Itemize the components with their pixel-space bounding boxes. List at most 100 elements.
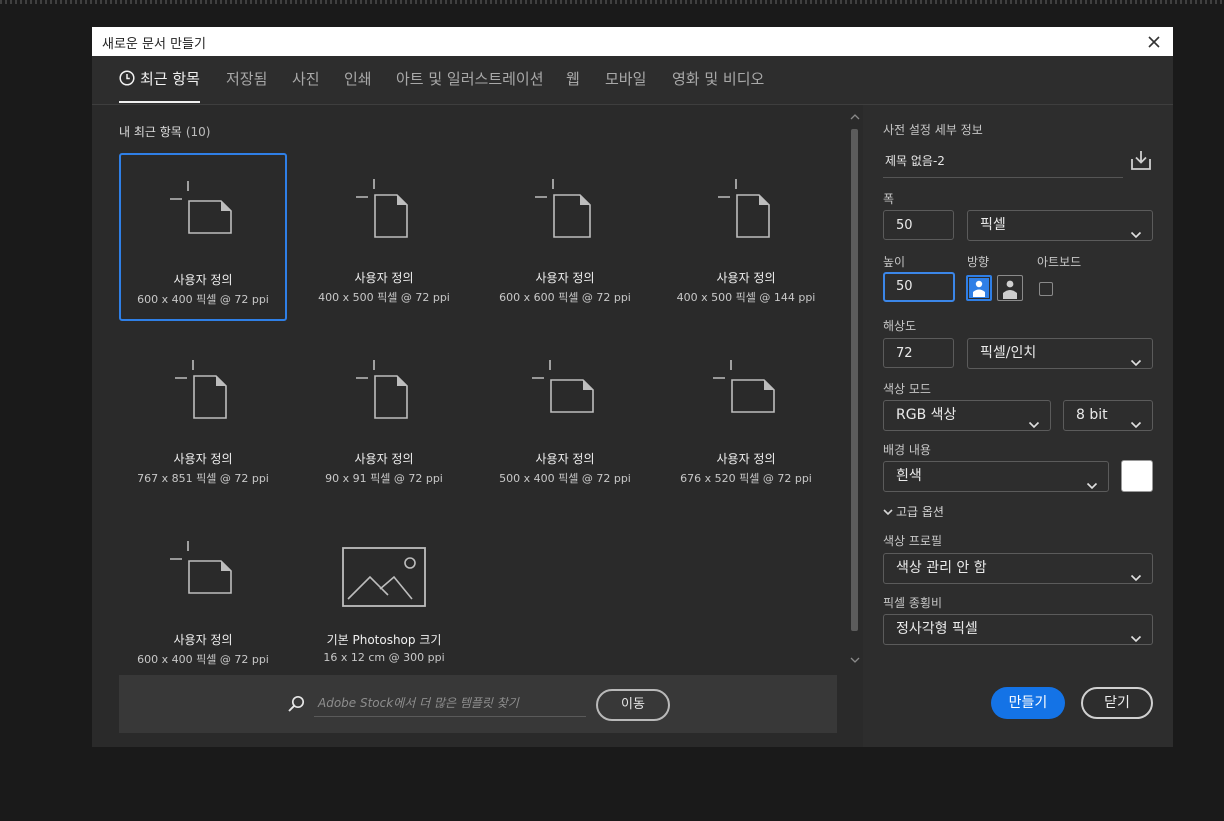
tab-label: 사진 (292, 70, 320, 88)
recent-item[interactable]: 기본 Photoshop 크기 16 x 12 cm @ 300 ppi (300, 515, 468, 683)
recent-item-dims: 400 x 500 픽셀 @ 72 ppi (318, 291, 450, 304)
recent-item-name: 사용자 정의 (535, 271, 595, 285)
scroll-thumb[interactable] (851, 129, 858, 631)
color-mode-label: 색상 모드 (883, 382, 931, 396)
landscape-document-icon (713, 360, 779, 420)
resolution-label: 해상도 (883, 319, 917, 333)
recent-item-name: 사용자 정의 (173, 273, 233, 287)
dialog-title: 새로운 문서 만들기 (102, 37, 206, 52)
go-button[interactable]: 이동 (596, 689, 670, 721)
chevron-down-icon (1130, 625, 1142, 654)
recent-item-dims: 676 x 520 픽셀 @ 72 ppi (680, 472, 812, 485)
image-placeholder-icon (342, 547, 426, 613)
tab-recent[interactable]: 최근 항목 (119, 68, 200, 103)
create-button[interactable]: 만들기 (991, 687, 1065, 719)
recent-item[interactable]: 사용자 정의 676 x 520 픽셀 @ 72 ppi (662, 334, 830, 502)
resolution-unit-value: 픽셀/인치 (980, 345, 1037, 361)
tab-web[interactable]: 웹 (566, 68, 580, 102)
artboard-label: 아트보드 (1037, 255, 1082, 269)
recent-item[interactable]: 사용자 정의 767 x 851 픽셀 @ 72 ppi (119, 334, 287, 502)
chevron-down-icon (1028, 411, 1040, 440)
tab-photo[interactable]: 사진 (292, 68, 320, 102)
recent-item[interactable]: 사용자 정의 400 x 500 픽셀 @ 144 ppi (662, 153, 830, 321)
preset-name-field[interactable]: 제목 없음-2 (883, 148, 1123, 178)
width-unit-select[interactable]: 픽셀 (967, 210, 1153, 241)
recent-item-dims: 16 x 12 cm @ 300 ppi (323, 651, 445, 664)
tab-film-video[interactable]: 영화 및 비디오 (672, 68, 764, 102)
orientation-label: 방향 (967, 255, 990, 269)
color-mode-select[interactable]: RGB 색상 (883, 400, 1051, 431)
tab-label: 모바일 (605, 70, 647, 88)
resolution-unit-select[interactable]: 픽셀/인치 (967, 338, 1153, 369)
portrait-document-icon (356, 360, 412, 426)
portrait-person-icon (969, 278, 989, 298)
stock-search-input[interactable]: Adobe Stock에서 더 많은 템플릿 찾기 (314, 689, 586, 717)
color-profile-value: 색상 관리 안 함 (896, 560, 987, 576)
recent-heading-label: 내 최근 항목 (119, 125, 182, 139)
chevron-down-icon (883, 505, 893, 519)
recent-item[interactable]: 사용자 정의 600 x 600 픽셀 @ 72 ppi (481, 153, 649, 321)
recent-item-name: 사용자 정의 (535, 452, 595, 466)
recent-item-dims: 600 x 400 픽셀 @ 72 ppi (137, 653, 269, 666)
recent-item[interactable]: 사용자 정의 90 x 91 픽셀 @ 72 ppi (300, 334, 468, 502)
chevron-down-icon (1130, 411, 1142, 440)
chevron-down-icon (1130, 349, 1142, 378)
recent-item[interactable]: 사용자 정의 600 x 400 픽셀 @ 72 ppi (119, 515, 287, 683)
height-input[interactable]: 50 (883, 272, 955, 302)
recent-item-dims: 600 x 400 픽셀 @ 72 ppi (137, 293, 269, 306)
pixel-aspect-label: 픽셀 종횡비 (883, 596, 943, 610)
background-label: 배경 내용 (883, 443, 931, 457)
recent-item[interactable]: 사용자 정의 500 x 400 픽셀 @ 72 ppi (481, 334, 649, 502)
close-icon[interactable] (1143, 31, 1165, 53)
landscape-person-icon (1003, 280, 1017, 299)
resolution-input[interactable]: 72 (883, 338, 954, 368)
height-label: 높이 (883, 255, 906, 269)
recent-item[interactable]: 사용자 정의 600 x 400 픽셀 @ 72 ppi (119, 153, 287, 321)
preset-details-heading: 사전 설정 세부 정보 (883, 123, 983, 137)
recent-item-name: 사용자 정의 (354, 452, 414, 466)
background-color-swatch[interactable] (1121, 460, 1153, 492)
close-button[interactable]: 닫기 (1081, 687, 1153, 719)
preset-details-panel: 사전 설정 세부 정보 제목 없음-2 폭 50 픽셀 높이 방향 아트보드 5… (863, 105, 1173, 747)
landscape-orientation-button[interactable] (997, 275, 1023, 301)
color-profile-label: 색상 프로필 (883, 534, 943, 548)
recent-item-name: 사용자 정의 (354, 271, 414, 285)
portrait-document-icon (175, 360, 231, 426)
scroll-down-icon[interactable] (850, 656, 860, 664)
clock-icon (119, 70, 135, 90)
portrait-document-icon (356, 179, 412, 245)
pixel-aspect-select[interactable]: 정사각형 픽셀 (883, 614, 1153, 645)
background-select[interactable]: 흰색 (883, 461, 1109, 492)
preset-category-tabs: 최근 항목 저장됨 사진 인쇄 아트 및 일러스트레이션 웹 모바일 영화 및 … (92, 56, 1173, 105)
chevron-down-icon (1130, 564, 1142, 593)
bit-depth-select[interactable]: 8 bit (1063, 400, 1153, 431)
stock-search-bar: Adobe Stock에서 더 많은 템플릿 찾기 이동 (119, 675, 837, 733)
recent-item-dims: 767 x 851 픽셀 @ 72 ppi (137, 472, 269, 485)
recent-item-dims: 600 x 600 픽셀 @ 72 ppi (499, 291, 631, 304)
recent-panel: 내 최근 항목 (10) 사용자 정의 600 x 400 픽셀 @ 72 ppi… (92, 105, 863, 747)
recent-item-name: 사용자 정의 (716, 452, 776, 466)
chevron-down-icon (1086, 472, 1098, 501)
tab-saved[interactable]: 저장됨 (226, 68, 267, 102)
color-profile-select[interactable]: 색상 관리 안 함 (883, 553, 1153, 584)
new-document-dialog: 새로운 문서 만들기 최근 항목 저장됨 사진 인쇄 아트 및 일러스트레이션 … (92, 27, 1173, 747)
artboard-checkbox[interactable] (1039, 282, 1053, 296)
tab-art-illustration[interactable]: 아트 및 일러스트레이션 (396, 68, 544, 102)
recent-scrollbar[interactable] (849, 111, 861, 666)
bit-depth-value: 8 bit (1076, 407, 1108, 423)
portrait-orientation-button[interactable] (966, 275, 992, 301)
recent-count: (10) (185, 125, 211, 139)
tab-mobile[interactable]: 모바일 (605, 68, 646, 102)
tab-label: 저장됨 (226, 70, 268, 88)
tab-label: 아트 및 일러스트레이션 (396, 70, 544, 88)
advanced-options-label: 고급 옵션 (896, 505, 944, 519)
scroll-up-icon[interactable] (850, 113, 860, 121)
width-input[interactable]: 50 (883, 210, 954, 240)
recent-item[interactable]: 사용자 정의 400 x 500 픽셀 @ 72 ppi (300, 153, 468, 321)
recent-item-name: 사용자 정의 (716, 271, 776, 285)
background-value: 흰색 (896, 468, 922, 484)
landscape-document-icon (170, 541, 236, 601)
save-preset-icon[interactable] (1129, 149, 1153, 175)
advanced-options-toggle[interactable]: 고급 옵션 (883, 503, 944, 520)
tab-print[interactable]: 인쇄 (344, 68, 372, 102)
